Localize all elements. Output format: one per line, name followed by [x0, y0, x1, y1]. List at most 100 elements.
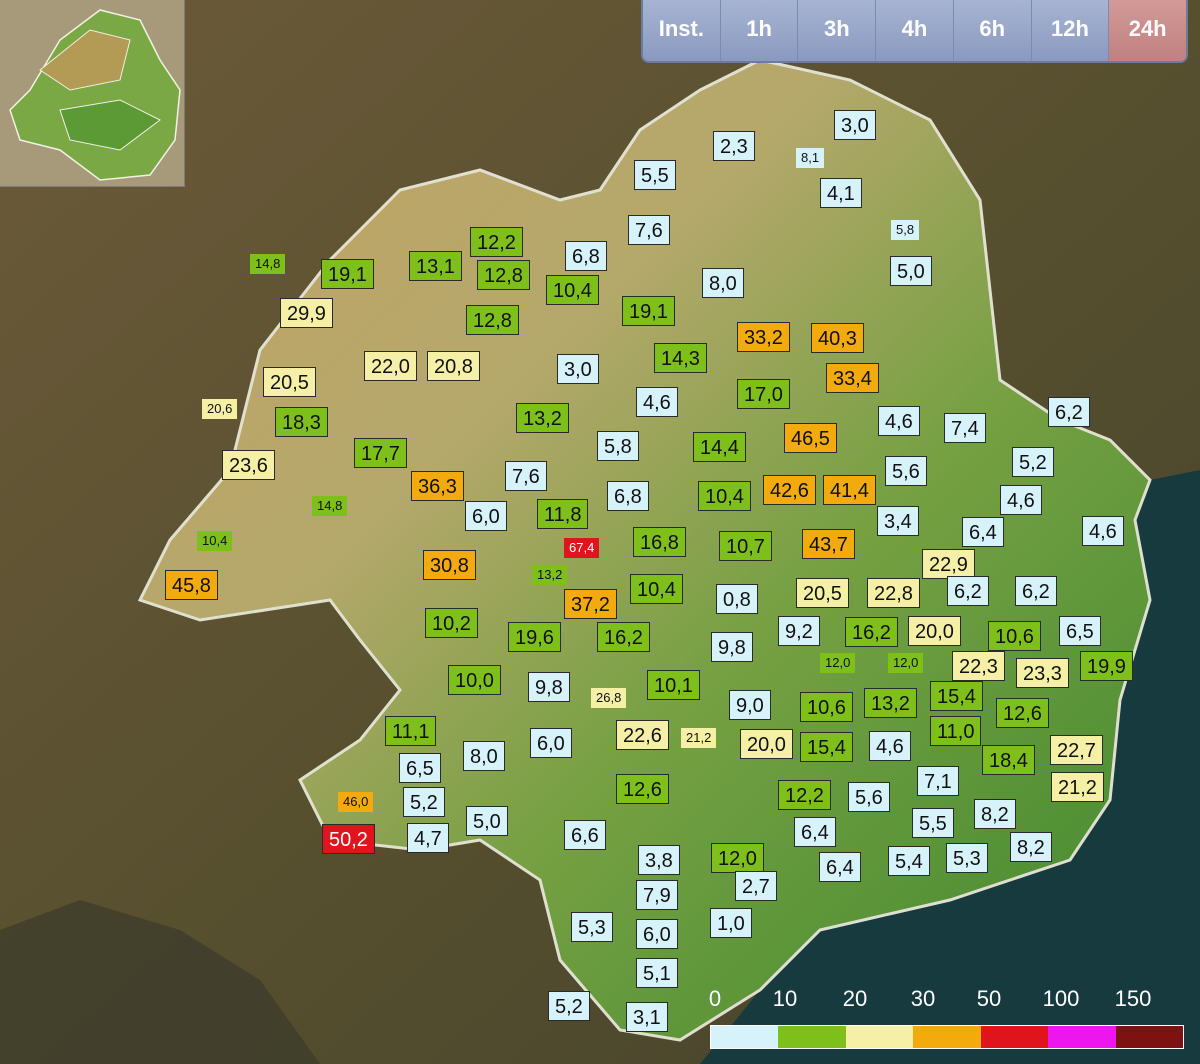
station-value: 5,2 — [403, 787, 445, 817]
precipitation-legend: 0 10 20 30 50 100 150 — [705, 982, 1185, 1052]
station-value: 6,6 — [564, 820, 606, 850]
station-value: 21,2 — [681, 728, 717, 748]
station-value: 22,7 — [1050, 735, 1103, 765]
legend-threshold: 0 — [708, 986, 722, 1011]
station-value: 19,1 — [622, 296, 675, 326]
legend-threshold: 100 — [1042, 986, 1080, 1011]
station-value: 14,3 — [654, 343, 707, 373]
station-value: 14,4 — [693, 432, 746, 462]
station-value: 23,3 — [1016, 658, 1069, 688]
station-value: 29,9 — [280, 298, 333, 328]
station-value: 6,8 — [607, 481, 649, 511]
station-value: 12,2 — [778, 780, 831, 810]
station-value: 5,3 — [946, 843, 988, 873]
station-value: 13,1 — [409, 251, 462, 281]
station-value: 4,6 — [1082, 516, 1124, 546]
station-value: 11,1 — [385, 716, 437, 746]
station-value: 6,2 — [947, 576, 989, 606]
station-value: 2,7 — [735, 871, 777, 901]
station-value: 22,0 — [364, 351, 417, 381]
station-value: 16,8 — [633, 527, 686, 557]
station-value: 12,6 — [616, 774, 669, 804]
station-value: 8,2 — [974, 799, 1016, 829]
station-value: 16,2 — [597, 622, 650, 652]
station-value: 7,6 — [505, 461, 547, 491]
station-value: 10,2 — [425, 608, 478, 638]
station-value: 18,4 — [982, 745, 1035, 775]
station-value: 33,2 — [737, 322, 790, 352]
tab-inst[interactable]: Inst. — [643, 0, 721, 61]
station-value: 14,8 — [250, 254, 286, 274]
station-value: 6,0 — [636, 919, 678, 949]
tab-4h[interactable]: 4h — [876, 0, 954, 61]
tab-24h[interactable]: 24h — [1109, 0, 1186, 61]
tab-3h[interactable]: 3h — [798, 0, 877, 61]
legend-swatch — [1048, 1026, 1116, 1048]
station-value: 6,0 — [530, 728, 572, 758]
station-value: 46,5 — [784, 423, 837, 453]
station-value: 13,2 — [864, 688, 917, 718]
station-value: 15,4 — [930, 681, 983, 711]
station-value: 3,4 — [877, 506, 919, 536]
tab-12h[interactable]: 12h — [1031, 0, 1110, 61]
station-value: 7,9 — [636, 880, 678, 910]
station-value: 50,2 — [322, 824, 375, 854]
station-value: 4,6 — [1000, 485, 1042, 515]
legend-threshold: 150 — [1114, 986, 1152, 1011]
station-value: 33,4 — [826, 363, 879, 393]
station-value: 5,5 — [912, 808, 954, 838]
station-value: 7,1 — [917, 766, 959, 796]
legend-threshold: 50 — [976, 986, 1002, 1011]
station-value: 45,8 — [165, 570, 218, 600]
station-value: 18,3 — [275, 407, 328, 437]
station-value: 37,2 — [564, 589, 617, 619]
station-value: 20,5 — [796, 578, 849, 608]
station-value: 8,1 — [796, 148, 825, 168]
station-value: 10,7 — [719, 531, 772, 561]
legend-swatch — [711, 1026, 779, 1048]
station-value: 20,8 — [427, 351, 480, 381]
station-value: 5,6 — [848, 782, 890, 812]
station-value: 1,0 — [710, 908, 752, 938]
station-value: 6,5 — [399, 753, 441, 783]
station-value: 13,2 — [532, 565, 568, 585]
station-value: 4,1 — [820, 178, 862, 208]
station-value: 4,6 — [878, 406, 920, 436]
station-value: 3,0 — [557, 354, 599, 384]
station-value: 6,5 — [1059, 616, 1101, 646]
station-value: 13,2 — [516, 403, 569, 433]
station-value: 4,6 — [869, 731, 911, 761]
station-value: 8,0 — [702, 268, 744, 298]
tab-1h[interactable]: 1h — [720, 0, 799, 61]
station-value: 20,0 — [740, 729, 793, 759]
station-value: 20,6 — [202, 399, 238, 419]
station-value: 3,8 — [638, 845, 680, 875]
station-value: 10,4 — [698, 481, 751, 511]
tab-6h[interactable]: 6h — [953, 0, 1032, 61]
legend-swatch — [1115, 1026, 1183, 1048]
station-value: 19,1 — [321, 259, 374, 289]
station-value: 20,0 — [908, 616, 961, 646]
station-value: 22,8 — [867, 578, 920, 608]
station-value: 11,0 — [930, 716, 982, 746]
station-value: 5,6 — [885, 456, 927, 486]
station-value: 9,0 — [729, 690, 771, 720]
station-value: 12,0 — [888, 653, 924, 673]
station-value: 6,2 — [1015, 576, 1057, 606]
station-value: 15,4 — [800, 732, 853, 762]
station-value: 17,7 — [354, 438, 407, 468]
station-value: 19,9 — [1080, 651, 1133, 681]
station-value: 40,3 — [811, 323, 864, 353]
legend-swatch — [845, 1026, 914, 1048]
station-value: 21,2 — [1051, 772, 1104, 802]
station-value: 3,1 — [626, 1002, 668, 1032]
legend-swatch — [913, 1026, 981, 1048]
station-value: 22,6 — [616, 720, 669, 750]
legend-threshold: 30 — [910, 986, 936, 1011]
station-value: 2,3 — [713, 131, 755, 161]
station-value: 4,7 — [407, 823, 449, 853]
station-value: 6,0 — [465, 501, 507, 531]
station-value: 16,2 — [845, 617, 898, 647]
station-value: 6,8 — [565, 241, 607, 271]
station-value: 43,7 — [802, 529, 855, 559]
